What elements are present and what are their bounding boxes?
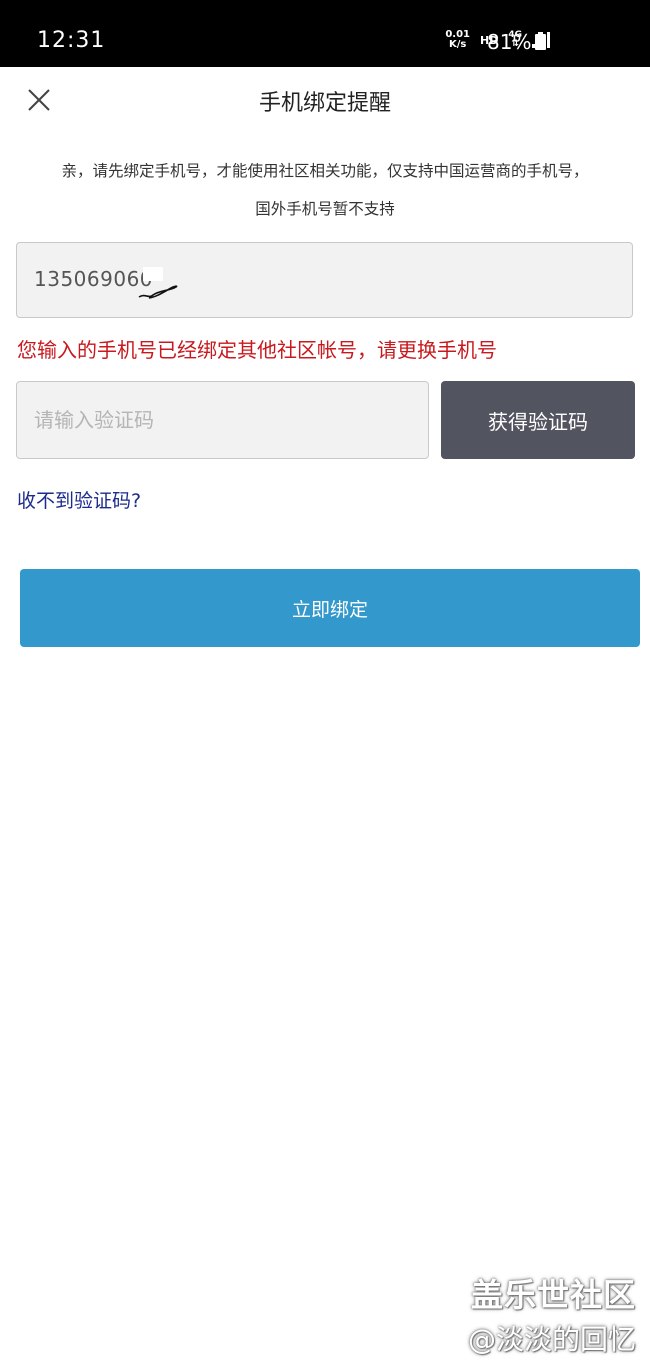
phone-input[interactable]: 135069060 [16,242,633,318]
error-message: 您输入的手机号已经绑定其他社区帐号，请更换手机号 [17,338,497,362]
watermark-author: @淡淡的回忆 [467,1323,636,1356]
no-code-link[interactable]: 收不到验证码? [17,486,141,513]
bind-now-button[interactable]: 立即绑定 [20,569,640,647]
notice-text: 亲，请先绑定手机号，才能使用社区相关功能，仅支持中国运营商的手机号， 国外手机号… [14,152,636,228]
redaction-scribble [138,267,178,299]
notice-line-1: 亲，请先绑定手机号，才能使用社区相关功能，仅支持中国运营商的手机号， [61,162,589,180]
net-speed: 0.01 K/s [445,30,470,50]
verification-code-input[interactable] [16,381,429,459]
battery-icon [535,32,546,50]
page-title: 手机绑定提醒 [258,91,391,116]
net-speed-unit: K/s [448,39,467,50]
status-bar: 12:31 0.01 K/s HD 4G ⇅ 81% [0,0,650,67]
watermark-community: 盖乐世社区 [470,1276,636,1314]
status-time: 12:31 [37,28,106,53]
get-code-button[interactable]: 获得验证码 [441,381,635,459]
battery-percent: 81% [487,30,532,54]
notice-line-2: 国外手机号暂不支持 [255,200,395,218]
